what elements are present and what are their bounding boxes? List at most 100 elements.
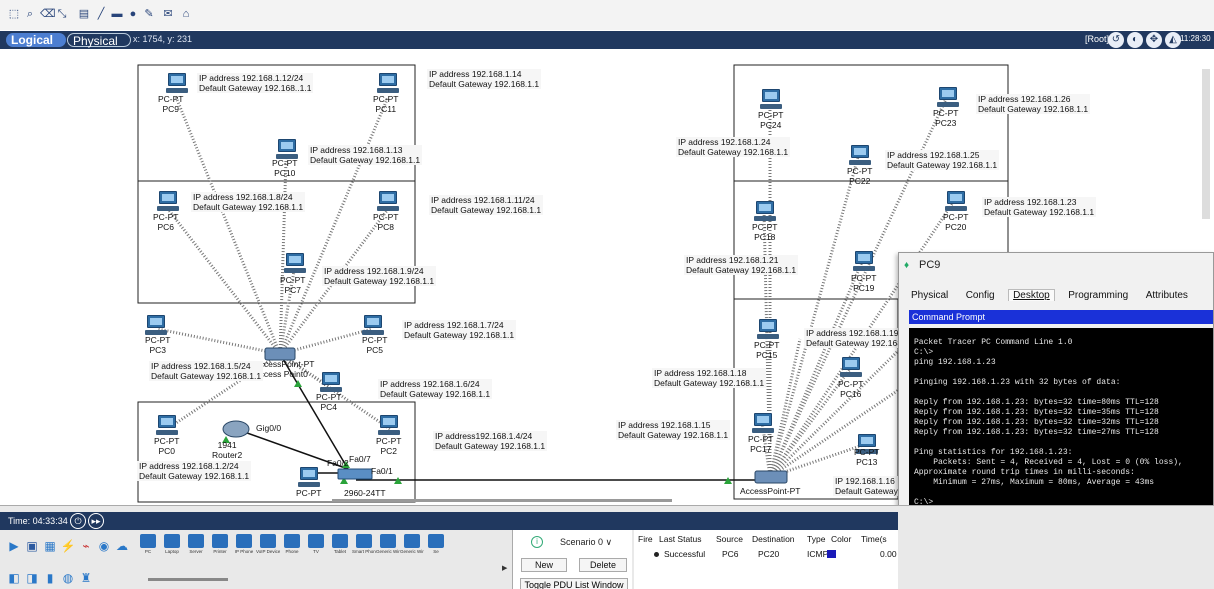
device-type-sensor[interactable]: Se — [426, 534, 446, 560]
end-devices-icon[interactable]: ▣ — [24, 538, 40, 554]
router-icon[interactable]: ◧ — [6, 570, 22, 586]
navigation-icon[interactable]: ↺ — [1108, 32, 1124, 48]
device-type-laptop[interactable]: Laptop — [162, 534, 182, 560]
security-icon[interactable]: ♜ — [78, 570, 94, 586]
simple-pdu-icon[interactable]: ✉ — [162, 8, 174, 20]
ip-note[interactable]: IP address 192.168.1.21 Default Gateway … — [684, 255, 799, 275]
ip-note[interactable]: IP address 192.168.1.19 Default Gateway … — [804, 328, 912, 348]
device-type-ip-phone[interactable]: IP Phone — [234, 534, 254, 560]
pc-icon[interactable] — [760, 89, 782, 109]
ip-note[interactable]: IP address 192.168.1.13 Default Gateway … — [308, 145, 423, 165]
device-type-wired[interactable]: Generic Wired — [400, 534, 424, 560]
ip-note[interactable]: IP address 192.168.1.24 Default Gateway … — [676, 137, 791, 157]
device-type-phone[interactable]: Phone — [282, 534, 302, 560]
pc-icon[interactable] — [754, 201, 776, 221]
ip-note[interactable]: IP address 192.168.1.23 Default Gateway … — [982, 197, 1097, 217]
pc-icon[interactable] — [757, 319, 779, 339]
misc-icon[interactable]: ⌁ — [78, 538, 94, 554]
ip-note[interactable]: IP address192.168.1.4/24 Default Gateway… — [433, 431, 548, 451]
ip-note[interactable]: IP 192.168.1.16 Default Gateway — [833, 476, 900, 496]
pc-icon[interactable] — [945, 191, 967, 211]
ip-note[interactable]: IP address 192.168.1.9/24 Default Gatewa… — [322, 266, 437, 286]
line-icon[interactable]: ╱ — [95, 8, 107, 20]
delete-icon[interactable]: ⌫ — [40, 8, 56, 20]
cluster-icon[interactable]: ◭ — [1165, 32, 1181, 48]
pc-icon[interactable] — [320, 372, 342, 392]
ip-note[interactable]: IP address 192.168.1.11/24 Default Gatew… — [429, 195, 544, 215]
pc-icon[interactable] — [298, 467, 320, 487]
ip-note[interactable]: IP address 192.168.1.18 Default Gateway … — [652, 368, 767, 388]
device-type-tv[interactable]: TV — [306, 534, 326, 560]
device-type-smartphone[interactable]: Smart Phone — [352, 534, 376, 560]
select-icon[interactable]: ⬚ — [8, 8, 20, 20]
root-label[interactable]: [Root] — [1085, 34, 1109, 44]
hub-icon[interactable]: ▮ — [42, 570, 58, 586]
wireless-icon[interactable]: ◍ — [60, 570, 76, 586]
device-type-pc[interactable]: PC — [138, 534, 158, 560]
ip-note[interactable]: IP address 192.168.1.2/24 Default Gatewa… — [137, 461, 252, 481]
pc-icon[interactable] — [853, 251, 875, 271]
logical-mode-tab[interactable]: Logical — [6, 33, 66, 47]
network-devices-icon[interactable]: ▶ — [6, 538, 22, 554]
ip-note[interactable]: IP address 192.168.1.14 Default Gateway … — [427, 69, 542, 89]
rectangle-icon[interactable]: ▬ — [111, 8, 123, 20]
ip-note[interactable]: IP address 192.168.1.12/24 Default Gatew… — [197, 73, 314, 93]
tab-programming[interactable]: Programming — [1064, 290, 1132, 301]
device-type-server[interactable]: Server — [186, 534, 206, 560]
pc-icon[interactable] — [752, 413, 774, 433]
pc-icon[interactable] — [156, 415, 178, 435]
pc-icon[interactable] — [378, 415, 400, 435]
pc-icon[interactable] — [276, 139, 298, 159]
pc-icon[interactable] — [377, 191, 399, 211]
power-cycle-icon[interactable]: ⏻ — [70, 513, 86, 529]
palette-scrollbar[interactable] — [148, 578, 228, 581]
tab-config[interactable]: Config — [962, 290, 999, 301]
fast-forward-icon[interactable]: ▸▸ — [88, 513, 104, 529]
connections-icon[interactable]: ⚡ — [60, 538, 76, 554]
pc-icon[interactable] — [937, 87, 959, 107]
device-type-tablet[interactable]: Tablet — [330, 534, 350, 560]
fire-bullet-icon[interactable] — [654, 552, 659, 557]
resize-icon[interactable]: ⤡ — [56, 8, 68, 20]
pc-icon[interactable] — [166, 73, 188, 93]
scenario-select[interactable]: Scenario 0 ∨ — [560, 537, 612, 548]
components-icon[interactable]: ▦ — [42, 538, 58, 554]
new-scenario-button[interactable]: New — [521, 558, 567, 572]
tab-attributes[interactable]: Attributes — [1142, 290, 1192, 301]
viewport-icon[interactable]: ◐ — [1127, 32, 1143, 48]
complex-pdu-icon[interactable]: ⌂ — [180, 8, 192, 20]
move-icon[interactable]: ✥ — [1146, 32, 1162, 48]
cloud-icon[interactable]: ☁ — [114, 538, 130, 554]
pc-icon[interactable] — [362, 315, 384, 335]
ip-note[interactable]: IP address 192.168.1.5/24 Default Gatewa… — [149, 361, 264, 381]
scenario-info-icon[interactable]: i — [531, 536, 543, 548]
delete-scenario-button[interactable]: Delete — [579, 558, 627, 572]
device-type-voip[interactable]: VoIP Device — [256, 534, 280, 560]
router-name: 1941 Router2 — [212, 440, 243, 460]
pc-icon[interactable] — [157, 191, 179, 211]
toggle-pdu-list-button[interactable]: Toggle PDU List Window — [520, 578, 628, 589]
device-type-printer[interactable]: Printer — [210, 534, 230, 560]
physical-mode-tab[interactable]: Physical — [67, 33, 131, 48]
zoom-icon[interactable]: ⌕ — [24, 8, 36, 20]
ellipse-icon[interactable]: ● — [127, 8, 139, 20]
ip-note[interactable]: IP address 192.168.1.8/24 Default Gatewa… — [191, 192, 306, 212]
pc-icon[interactable] — [145, 315, 167, 335]
pc-icon[interactable] — [840, 357, 862, 377]
tab-desktop[interactable]: Desktop — [1008, 289, 1055, 301]
ip-note[interactable]: IP address 192.168.1.26 Default Gateway … — [976, 94, 1091, 114]
ip-note[interactable]: IP address 192.168.1.6/24 Default Gatewa… — [378, 379, 493, 399]
pc-icon[interactable] — [849, 145, 871, 165]
note-icon[interactable]: ▤ — [78, 8, 90, 20]
tab-physical[interactable]: Physical — [907, 290, 952, 301]
ip-note[interactable]: IP address 192.168.1.15 Default Gateway … — [616, 420, 731, 440]
pc-icon[interactable] — [284, 253, 306, 273]
device-type-wireless[interactable]: Generic Wireless — [376, 534, 400, 560]
pc-icon[interactable] — [377, 73, 399, 93]
expand-arrow-icon[interactable]: ▶ — [502, 564, 507, 572]
freeform-icon[interactable]: ✎ — [143, 8, 155, 20]
ip-note[interactable]: IP address 192.168.1.25 Default Gateway … — [885, 150, 1000, 170]
switch-icon[interactable]: ◨ — [24, 570, 40, 586]
multiuser-icon[interactable]: ◉ — [96, 538, 112, 554]
ip-note[interactable]: IP address 192.168.1.7/24 Default Gatewa… — [402, 320, 517, 340]
